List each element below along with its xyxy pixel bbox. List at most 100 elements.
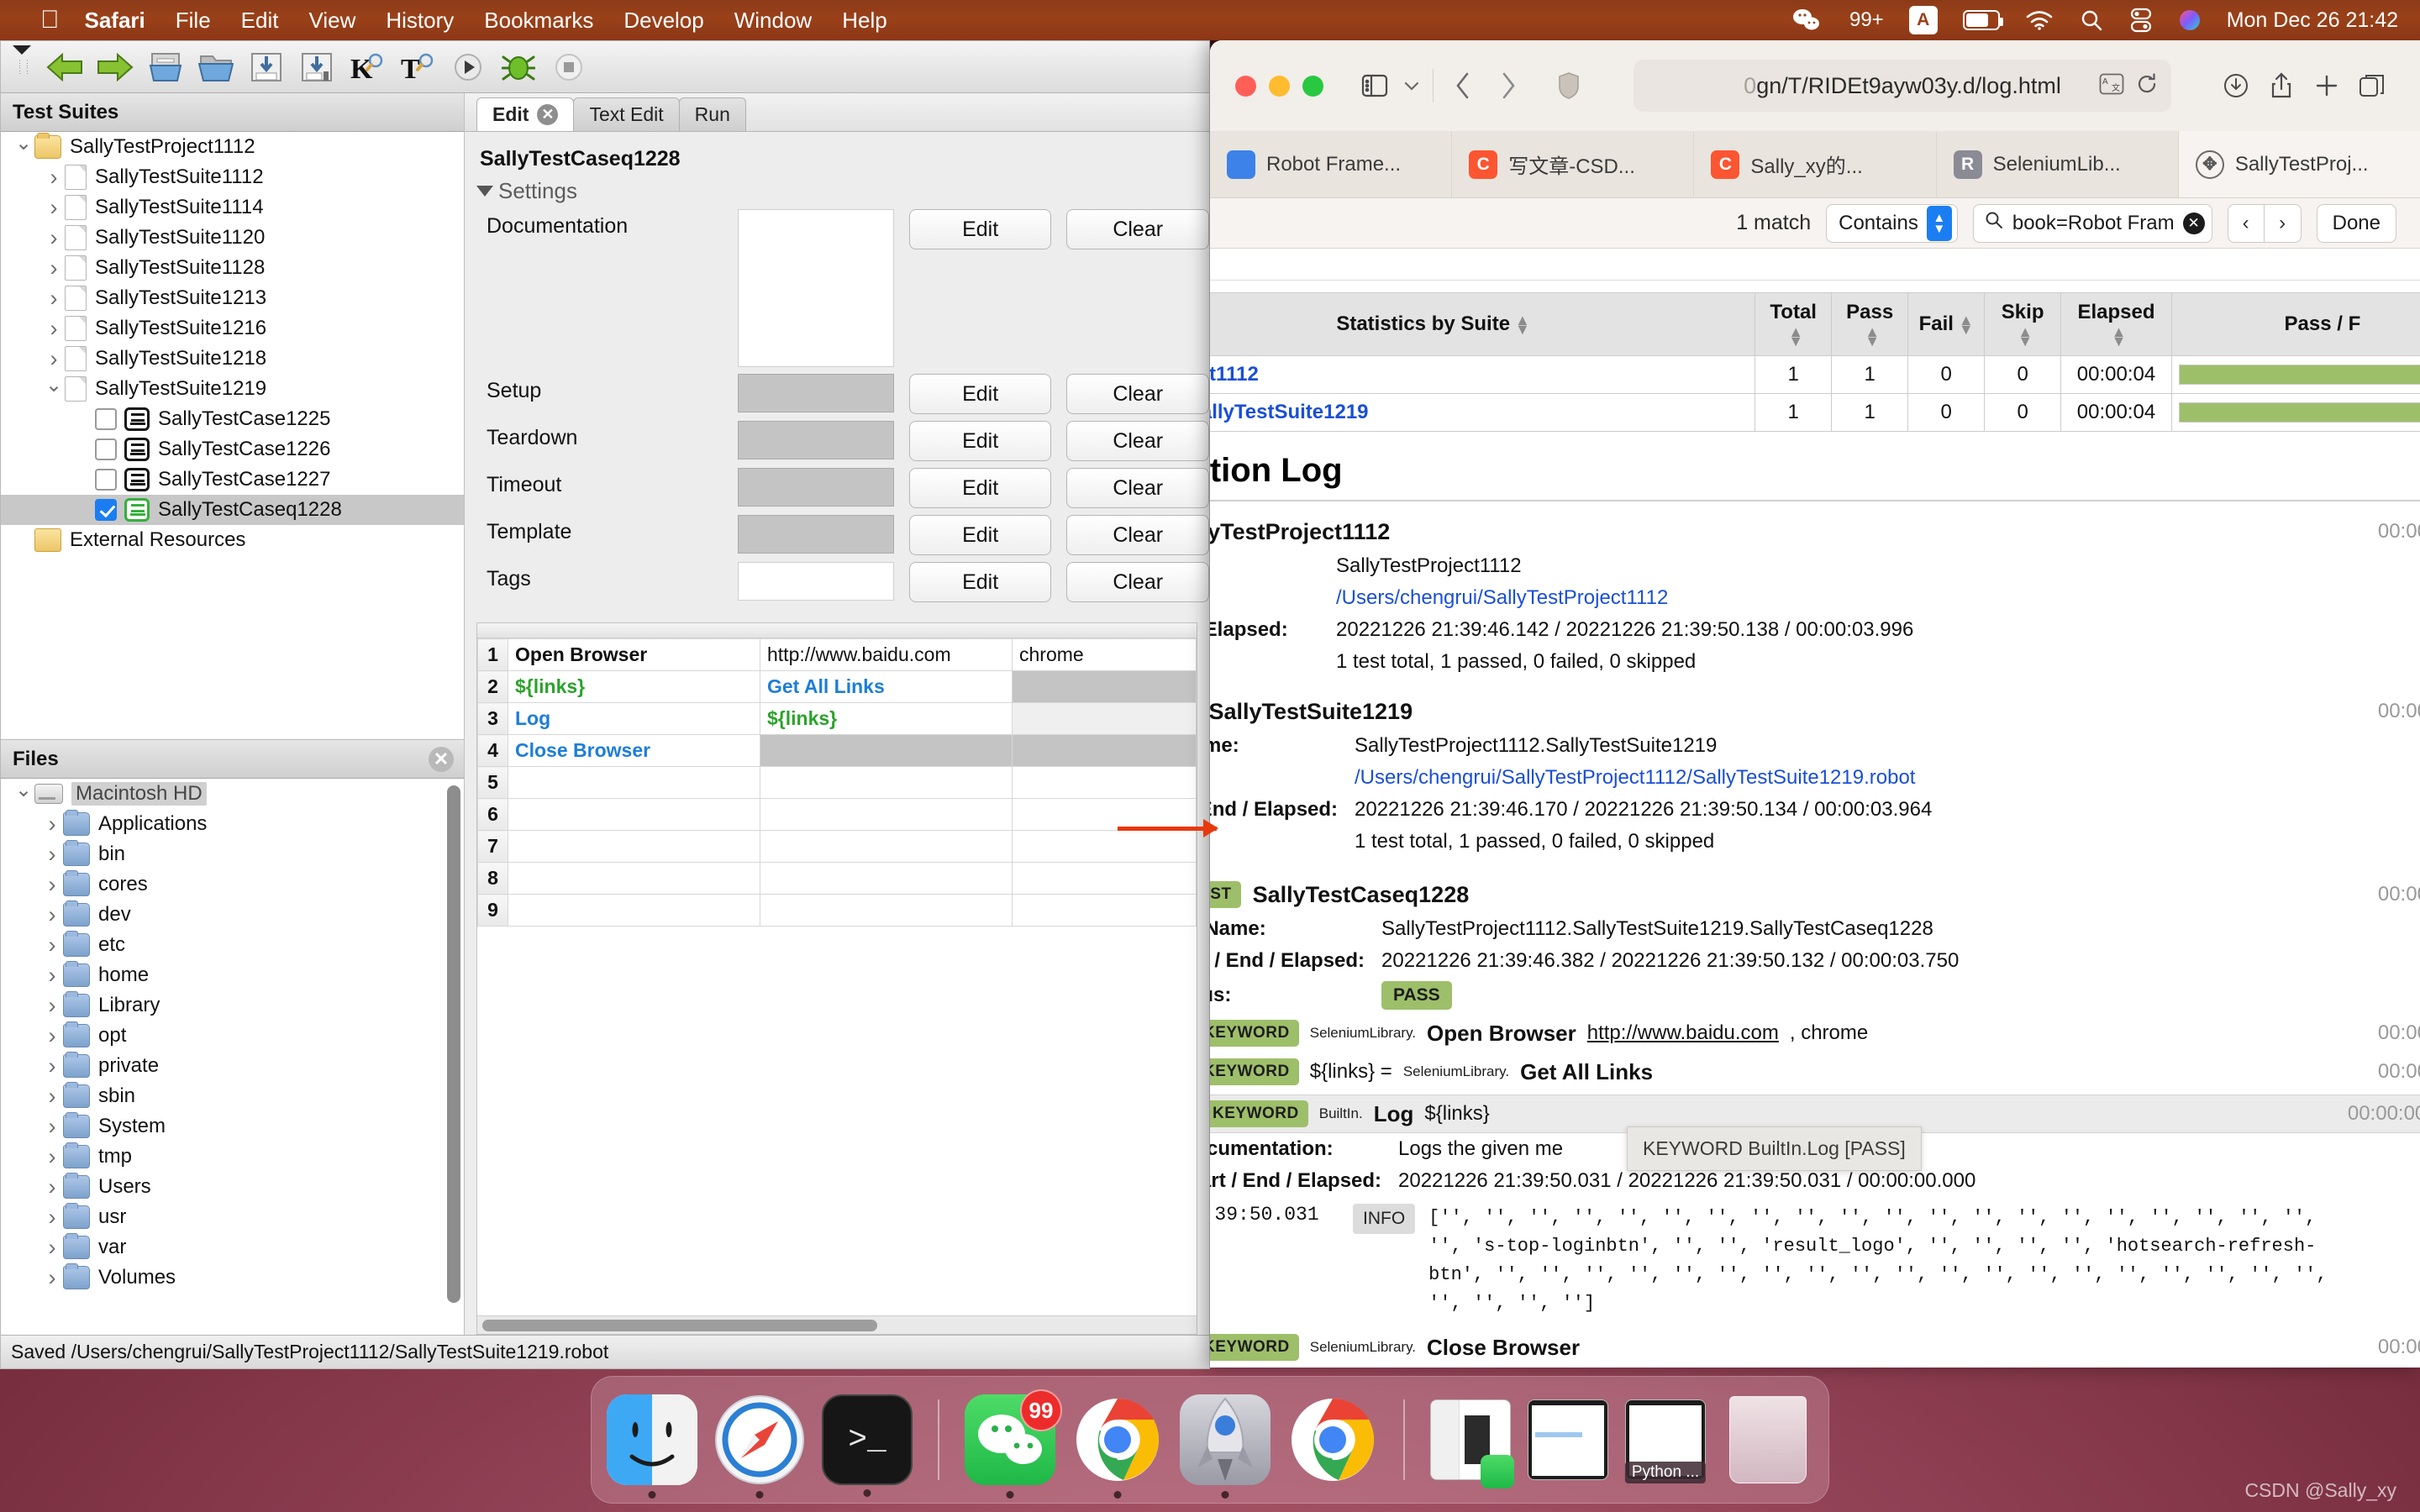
file-tree-item[interactable]: Users <box>1 1172 464 1202</box>
privacy-shield-icon[interactable] <box>1546 63 1591 108</box>
prev-chevron-icon[interactable]: ‹ <box>2227 203 2265 243</box>
close-icon[interactable]: ✕ <box>429 746 454 772</box>
dock-item-launchpad[interactable] <box>1180 1394 1270 1499</box>
suite-tree-item[interactable]: External Resources <box>1 525 464 555</box>
edit-button[interactable]: Edit <box>908 374 1052 414</box>
cell-arg2[interactable] <box>1012 766 1197 799</box>
setting-field-documentation[interactable] <box>738 209 894 367</box>
sort-icon[interactable]: ▲ ▼ <box>2018 324 2033 349</box>
file-tree-item[interactable]: usr <box>1 1202 464 1232</box>
clear-button[interactable]: Clear <box>1066 515 1209 555</box>
cell-arg2[interactable] <box>1012 830 1197 863</box>
file-tree-item[interactable]: tmp <box>1 1142 464 1172</box>
next-chevron-icon[interactable]: › <box>2264 203 2302 243</box>
col-statistics-by-suite[interactable]: Statistics by Suite ▲ ▼ <box>1210 292 1756 356</box>
menu-item-safari[interactable]: Safari <box>85 8 145 34</box>
source-link[interactable]: /Users/chengrui/SallyTestProject1112/Sal… <box>1355 766 1915 789</box>
suite-tree-item[interactable]: SallyTestSuite1216 <box>1 313 464 344</box>
apple-menu-icon[interactable]:  <box>40 8 60 33</box>
chevron-right-icon[interactable] <box>41 1084 63 1110</box>
file-tree-item[interactable]: dev <box>1 900 464 930</box>
suite-tree-item[interactable]: SallyTestSuite1112 <box>1 162 464 192</box>
window-controls[interactable] <box>1235 75 1323 97</box>
browser-tab[interactable]: Robot Frame... <box>1210 131 1453 197</box>
edit-button[interactable]: Edit <box>908 209 1052 249</box>
edit-button[interactable]: Edit <box>908 515 1052 555</box>
cell-keyword[interactable] <box>508 798 760 831</box>
sort-icon[interactable]: ▲ ▼ <box>1788 324 1803 349</box>
clear-button[interactable]: Clear <box>1066 468 1209 508</box>
file-tree-item[interactable]: bin <box>1 839 464 869</box>
file-tree-item[interactable]: Volumes <box>1 1263 464 1293</box>
settings-section-header[interactable]: Settings <box>465 178 1209 204</box>
cell-keyword[interactable]: ${links} <box>508 670 760 703</box>
source-link[interactable]: /Users/chengrui/SallyTestProject1112 <box>1336 586 1668 609</box>
file-tree-item[interactable]: private <box>1 1051 464 1081</box>
edit-button[interactable]: Edit <box>908 468 1052 508</box>
suite-tree-item[interactable]: SallyTestSuite1218 <box>1 344 464 374</box>
sort-icon[interactable]: ▲ ▼ <box>2112 324 2127 349</box>
stop-icon[interactable] <box>545 45 592 89</box>
plus-icon[interactable] <box>2304 63 2349 108</box>
cell-arg2[interactable] <box>1012 894 1197 927</box>
chevron-right-icon[interactable] <box>41 1053 63 1079</box>
keyword-row[interactable]: +KEYWORDSeleniumLibrary.Open Browserhttp… <box>1210 1014 2420 1053</box>
setting-field-tags[interactable] <box>738 562 894 601</box>
browser-tab[interactable]: C 写文章-CSD... <box>1452 131 1695 197</box>
menubar-clock[interactable]: Mon Dec 26 21:42 <box>2227 8 2398 33</box>
checkbox[interactable] <box>95 438 117 460</box>
table-row[interactable]: 1 Open Browser http://www.baidu.com chrome <box>477 638 1197 671</box>
cell-arg1[interactable] <box>760 798 1013 831</box>
cell-keyword[interactable]: Open Browser <box>508 638 760 671</box>
file-tree-item[interactable]: sbin <box>1 1081 464 1111</box>
cell-arg2[interactable]: chrome <box>1012 638 1197 671</box>
suite-name[interactable]: SallyTestSuite1219 <box>1210 699 1413 725</box>
menu-item-develop[interactable]: Develop <box>623 8 703 34</box>
cell-arg1[interactable]: ${links} <box>760 702 1013 735</box>
clear-button[interactable]: Clear <box>1066 421 1209 461</box>
file-tree-item[interactable]: Macintosh HD <box>1 779 464 809</box>
suite-tree-item[interactable]: SallyTestCase1227 <box>1 465 464 495</box>
cell-arg1[interactable] <box>760 734 1013 767</box>
cell-arg2[interactable] <box>1012 734 1197 767</box>
browser-tab[interactable]: ✥ SallyTestProj... <box>2178 131 2420 197</box>
battery-icon[interactable] <box>1962 10 2003 30</box>
chevron-right-icon[interactable] <box>43 316 65 342</box>
clear-icon[interactable]: ✕ <box>2182 212 2205 234</box>
open-file-icon[interactable] <box>142 45 189 89</box>
table-row[interactable]: 4 Close Browser <box>477 734 1197 767</box>
dock-item-finder[interactable] <box>607 1394 697 1499</box>
forward-arrow-icon[interactable] <box>92 45 139 89</box>
edit-button[interactable]: Edit <box>908 562 1052 602</box>
chevron-right-icon[interactable] <box>41 1023 63 1049</box>
robot-log-page[interactable]: s Statistics by Suite▲▼ Total▲▼ Pass▲▼ F… <box>1210 249 2420 1368</box>
keyword-row[interactable]: +KEYWORD${links} = SeleniumLibrary.Get A… <box>1210 1053 2420 1091</box>
clear-button[interactable]: Clear <box>1066 374 1209 414</box>
cell-arg1[interactable] <box>760 830 1013 863</box>
control-center-icon[interactable] <box>2129 8 2153 33</box>
chevron-right-icon[interactable] <box>41 963 63 989</box>
dock-item-wechat[interactable]: 99 <box>965 1389 1062 1499</box>
edit-button[interactable]: Edit <box>908 421 1052 461</box>
cell-keyword[interactable] <box>508 766 760 799</box>
file-tree-item[interactable]: var <box>1 1232 464 1263</box>
suite-tree-item[interactable]: SallyTestCase1225 <box>1 404 464 434</box>
checkbox[interactable] <box>95 499 117 521</box>
download-icon[interactable] <box>2213 63 2259 108</box>
setting-field-template[interactable] <box>738 515 894 554</box>
table-row[interactable]: 2 ${links} Get All Links <box>477 670 1197 703</box>
suite-tree-item[interactable]: SallyTestSuite1219 <box>1 374 464 404</box>
wifi-icon[interactable] <box>2025 9 2054 31</box>
menu-item-bookmarks[interactable]: Bookmarks <box>484 8 593 34</box>
files-tree[interactable]: Macintosh HD Applications bin cores dev etc ho… <box>1 779 464 1335</box>
open-folder-icon[interactable] <box>192 45 239 89</box>
zoom-window-button[interactable] <box>1302 75 1323 97</box>
table-row[interactable]: 7 <box>477 830 1197 863</box>
cell-keyword[interactable]: Log <box>508 702 760 735</box>
find-input[interactable]: book=Robot Fram ✕ <box>1972 203 2212 243</box>
search-icon[interactable] <box>2079 8 2104 33</box>
menu-item-window[interactable]: Window <box>734 8 812 34</box>
cell-keyword[interactable]: Close Browser <box>508 734 760 767</box>
search-test-icon[interactable]: T <box>394 45 441 89</box>
chevron-right-icon[interactable] <box>41 902 63 928</box>
